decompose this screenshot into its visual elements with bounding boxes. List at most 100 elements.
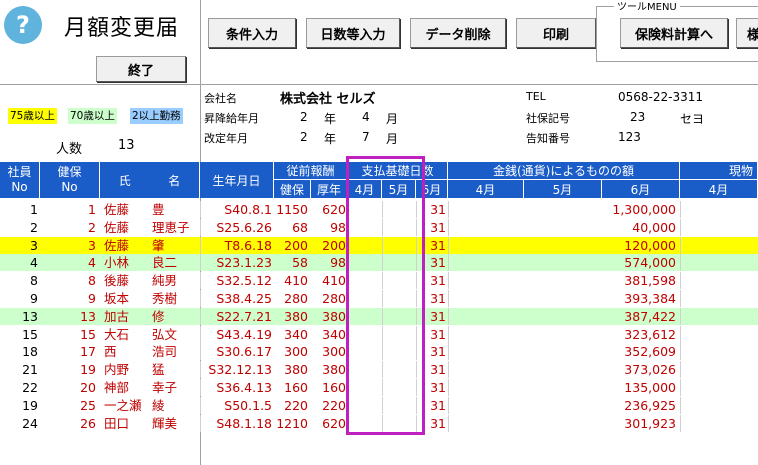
cell-k[interactable]: 200 (274, 237, 308, 254)
cell-kenpo[interactable]: 9 (40, 290, 96, 307)
cell-mei[interactable]: 肇 (152, 237, 202, 254)
cell-k[interactable]: 280 (274, 290, 308, 307)
cell-sei[interactable]: 内野 (104, 361, 152, 378)
cell-birth[interactable]: S38.4.25 (200, 290, 272, 307)
header-prev-pay[interactable]: 従前報酬 (274, 162, 348, 180)
exit-button[interactable]: 終了 (96, 56, 186, 82)
cell-birth[interactable]: S22.7.21 (200, 308, 272, 325)
cell-cash6[interactable]: 1,300,000 (602, 201, 676, 218)
cell-sei[interactable]: 佐藤 (104, 219, 152, 236)
cell-n[interactable]: 620 (311, 201, 346, 218)
cell-cash6[interactable]: 236,925 (602, 397, 676, 414)
print-button[interactable]: 印刷 (516, 18, 596, 48)
cell-mei[interactable]: 幸子 (152, 379, 202, 396)
cell-mei[interactable]: 理恵子 (152, 219, 202, 236)
header-birth[interactable]: 生年月日 (200, 162, 274, 198)
cell-n[interactable]: 300 (311, 343, 346, 360)
cell-emp[interactable]: 9 (0, 290, 38, 307)
cell-sei[interactable]: 西 (104, 343, 152, 360)
cell-k[interactable]: 58 (274, 254, 308, 271)
cell-sei[interactable]: 後藤 (104, 272, 152, 289)
cell-n[interactable]: 380 (311, 308, 346, 325)
cell-kenpo[interactable]: 8 (40, 272, 96, 289)
cell-cash6[interactable]: 135,000 (602, 379, 676, 396)
cell-kenpo[interactable]: 3 (40, 237, 96, 254)
cell-kenpo[interactable]: 15 (40, 326, 96, 343)
cell-cash6[interactable]: 381,598 (602, 272, 676, 289)
cell-kenpo[interactable]: 26 (40, 415, 96, 432)
cell-mei[interactable]: 弘文 (152, 326, 202, 343)
cell-sei[interactable]: 佐藤 (104, 237, 152, 254)
header-emp-no[interactable]: 社員 No (0, 162, 40, 198)
cell-birth[interactable]: S32.5.12 (200, 272, 272, 289)
cell-birth[interactable]: T8.6.18 (200, 237, 272, 254)
condition-input-button[interactable]: 条件入力 (208, 18, 296, 48)
help-icon[interactable]: ? (4, 6, 42, 44)
cell-birth[interactable]: S32.12.13 (200, 361, 272, 378)
cell-emp[interactable]: 2 (0, 219, 38, 236)
cell-birth[interactable]: S23.1.23 (200, 254, 272, 271)
cell-k[interactable]: 380 (274, 361, 308, 378)
cell-birth[interactable]: S25.6.26 (200, 219, 272, 236)
cell-birth[interactable]: S43.4.19 (200, 326, 272, 343)
header-cash-m5[interactable]: 5月 (524, 180, 602, 198)
cell-n[interactable]: 340 (311, 326, 346, 343)
cell-kenpo[interactable]: 2 (40, 219, 96, 236)
cell-mei[interactable]: 浩司 (152, 343, 202, 360)
cell-mei[interactable]: 良二 (152, 254, 202, 271)
header-cash[interactable]: 金銭(通貨)によるものの額 (448, 162, 680, 180)
days-input-button[interactable]: 日数等入力 (306, 18, 400, 48)
cell-kenpo[interactable]: 25 (40, 397, 96, 414)
header-goods-m4[interactable]: 4月 (680, 180, 758, 198)
cell-emp[interactable]: 18 (0, 343, 38, 360)
cell-k[interactable]: 300 (274, 343, 308, 360)
header-cash-m4[interactable]: 4月 (448, 180, 524, 198)
cell-emp[interactable]: 13 (0, 308, 38, 325)
cell-mei[interactable]: 修 (152, 308, 202, 325)
cell-n[interactable]: 620 (311, 415, 346, 432)
cell-k[interactable]: 68 (274, 219, 308, 236)
cell-k[interactable]: 380 (274, 308, 308, 325)
cell-emp[interactable]: 15 (0, 326, 38, 343)
cell-kenpo[interactable]: 4 (40, 254, 96, 271)
cell-k[interactable]: 410 (274, 272, 308, 289)
header-prev-kenpo[interactable]: 健保 (274, 180, 311, 198)
cell-cash6[interactable]: 40,000 (602, 219, 676, 236)
cell-kenpo[interactable]: 20 (40, 379, 96, 396)
premium-calc-button[interactable]: 保険料計算へ (620, 18, 728, 48)
cell-n[interactable]: 380 (311, 361, 346, 378)
cell-mei[interactable]: 純男 (152, 272, 202, 289)
cell-sei[interactable]: 小林 (104, 254, 152, 271)
cell-kenpo[interactable]: 19 (40, 361, 96, 378)
cell-mei[interactable]: 輝美 (152, 415, 202, 432)
cell-cash6[interactable]: 352,609 (602, 343, 676, 360)
header-name[interactable]: 氏 名 (100, 162, 200, 198)
cell-emp[interactable]: 8 (0, 272, 38, 289)
cell-n[interactable]: 200 (311, 237, 346, 254)
cell-birth[interactable]: S40.8.1 (200, 201, 272, 218)
cell-emp[interactable]: 21 (0, 361, 38, 378)
cell-n[interactable]: 98 (311, 254, 346, 271)
cell-n[interactable]: 98 (311, 219, 346, 236)
cutoff-button[interactable]: 様 (736, 18, 758, 48)
cell-cash6[interactable]: 323,612 (602, 326, 676, 343)
cell-cash6[interactable]: 574,000 (602, 254, 676, 271)
cell-sei[interactable]: 田口 (104, 415, 152, 432)
cell-emp[interactable]: 1 (0, 201, 38, 218)
cell-sei[interactable]: 一之瀬 (104, 397, 152, 414)
cell-emp[interactable]: 3 (0, 237, 38, 254)
cell-emp[interactable]: 22 (0, 379, 38, 396)
cell-emp[interactable]: 24 (0, 415, 38, 432)
header-goods[interactable]: 現物 (680, 162, 758, 180)
cell-k[interactable]: 220 (274, 397, 308, 414)
cell-cash6[interactable]: 393,384 (602, 290, 676, 307)
cell-emp[interactable]: 4 (0, 254, 38, 271)
cell-k[interactable]: 160 (274, 379, 308, 396)
cell-kenpo[interactable]: 1 (40, 201, 96, 218)
cell-cash6[interactable]: 120,000 (602, 237, 676, 254)
cell-k[interactable]: 340 (274, 326, 308, 343)
cell-birth[interactable]: S48.1.18 (200, 415, 272, 432)
cell-mei[interactable]: 猛 (152, 361, 202, 378)
cell-mei[interactable]: 綾 (152, 397, 202, 414)
header-cash-m6[interactable]: 6月 (602, 180, 680, 198)
